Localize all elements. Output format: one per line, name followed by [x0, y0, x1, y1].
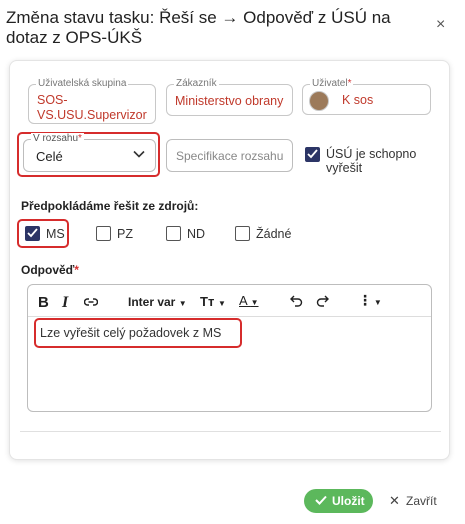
redo-icon[interactable]: [316, 295, 329, 307]
user-group-label: Uživatelská skupina: [36, 78, 129, 90]
usu-can-solve-checkbox[interactable]: [305, 147, 320, 162]
resource-none-checkbox[interactable]: [235, 226, 250, 241]
resource-nd-label: ND: [187, 227, 206, 241]
link-icon[interactable]: [84, 297, 98, 307]
avatar: [309, 91, 329, 111]
close-icon: ✕: [389, 493, 400, 508]
answer-heading: Odpověď*: [21, 263, 79, 277]
save-button[interactable]: Uložit: [304, 489, 373, 513]
resource-pz-label: PZ: [117, 227, 133, 241]
highlight-answer: [34, 318, 242, 348]
check-icon: [307, 149, 318, 159]
chevron-down-icon: ▼: [250, 298, 259, 307]
scope-value: Celé: [36, 149, 63, 164]
user-label: Uživatel*: [310, 78, 354, 90]
resources-heading: Předpokládáme řešit ze zdrojů:: [21, 199, 199, 213]
user-field[interactable]: Uživatel* K sos: [302, 78, 431, 115]
user-group-value: SOS-VS.USU.Supervizor: [37, 93, 147, 122]
resource-ms-checkbox[interactable]: [25, 226, 40, 241]
chevron-down-icon: ▼: [373, 298, 382, 307]
customer-field[interactable]: Zákazník Ministerstvo obrany: [166, 78, 293, 116]
italic-button[interactable]: I: [62, 294, 68, 312]
more-options-icon[interactable]: ⋮ ▼: [358, 292, 382, 309]
dialog-title: Změna stavu tasku: Řeší se → Odpověď z Ú…: [6, 8, 391, 47]
resource-nd-checkbox[interactable]: [166, 226, 181, 241]
scope-select[interactable]: V rozsahu* Celé: [23, 133, 156, 172]
bold-button[interactable]: B: [38, 294, 49, 311]
text-size-select[interactable]: Tт ▼: [200, 294, 226, 309]
scope-spec-input[interactable]: Specifikace rozsahu: [166, 139, 293, 172]
editor-toolbar: B I Inter var ▼ Tт ▼ A ▼ ⋮ ▼: [28, 285, 431, 317]
save-label: Uložit: [332, 494, 365, 508]
scope-label: V rozsahu*: [31, 133, 84, 145]
usu-can-solve-label: ÚSÚ je schopno vyřešit: [326, 147, 417, 175]
undo-icon[interactable]: [290, 295, 303, 307]
answer-editor[interactable]: B I Inter var ▼ Tт ▼ A ▼ ⋮ ▼ Lze vyřešit…: [27, 284, 432, 412]
chevron-down-icon: [133, 150, 145, 158]
check-icon: [27, 228, 38, 238]
customer-label: Zákazník: [174, 78, 219, 90]
user-group-field[interactable]: Uživatelská skupina SOS-VS.USU.Supervizo…: [28, 78, 156, 124]
divider: [20, 431, 441, 432]
close-label: Zavřít: [406, 494, 437, 508]
resource-ms-label: MS: [46, 227, 65, 241]
font-color-select[interactable]: A ▼: [239, 293, 259, 308]
font-select[interactable]: Inter var ▼: [128, 295, 187, 309]
chevron-down-icon: ▼: [178, 299, 187, 308]
resource-pz-checkbox[interactable]: [96, 226, 111, 241]
customer-value: Ministerstvo obrany: [175, 94, 284, 108]
close-icon[interactable]: ×: [436, 16, 445, 34]
resource-none-label: Žádné: [256, 227, 292, 241]
user-value: K sos: [342, 93, 374, 107]
check-icon: [315, 495, 327, 505]
chevron-down-icon: ▼: [217, 299, 226, 308]
